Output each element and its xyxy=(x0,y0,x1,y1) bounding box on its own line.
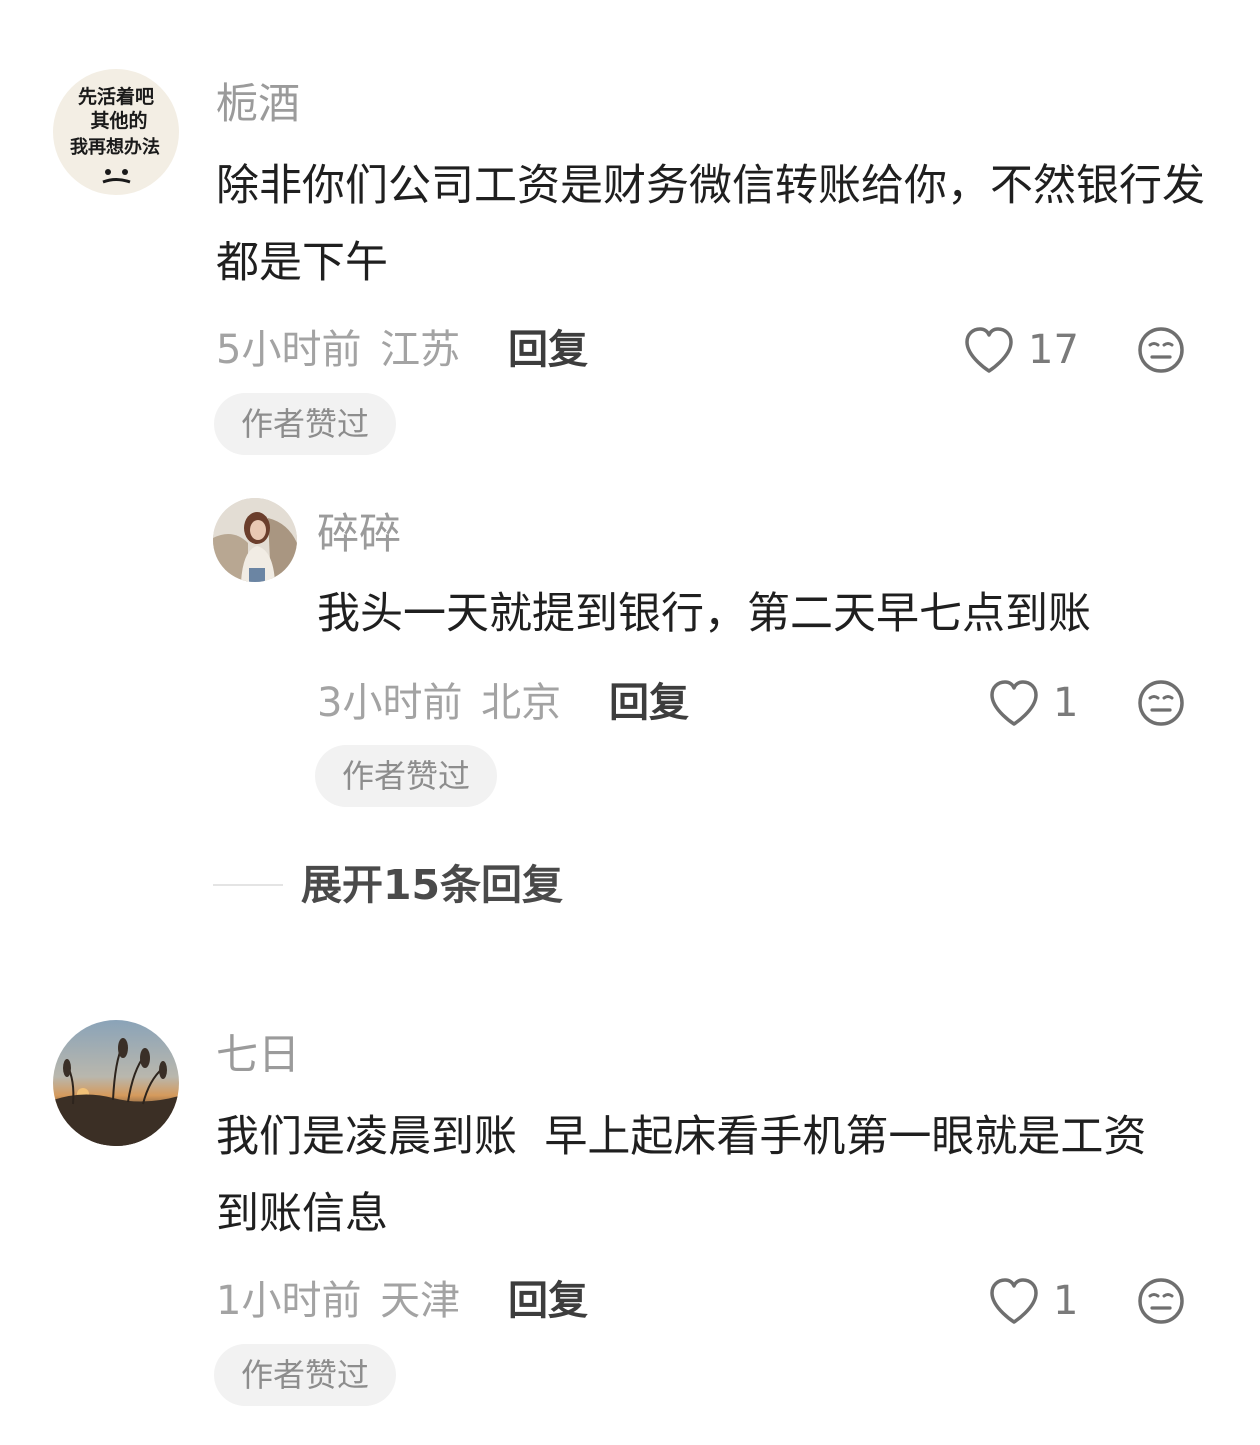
comment-location: 江苏 xyxy=(380,327,461,373)
reply-time: 3小时前 xyxy=(317,680,463,726)
like-button[interactable]: 1 xyxy=(987,677,1087,729)
reply-button[interactable]: 回复 xyxy=(609,679,689,727)
svg-text:其他的: 其他的 xyxy=(90,109,147,132)
expand-divider xyxy=(213,884,283,886)
reply-author[interactable]: 碎碎 xyxy=(317,508,401,560)
heart-icon xyxy=(990,1278,1038,1324)
expand-replies-label: 展开15条回复 xyxy=(301,861,564,909)
avatar-sunset-image xyxy=(53,1020,179,1146)
like-button[interactable]: 17 xyxy=(962,324,1082,376)
dislike-face-icon[interactable] xyxy=(1137,1277,1185,1325)
comment-author[interactable]: 栀酒 xyxy=(216,78,300,130)
comment-meta: 1小时前 天津 xyxy=(216,1277,460,1325)
dislike-face-icon[interactable] xyxy=(1137,326,1185,374)
comment-time: 1小时前 xyxy=(216,1278,362,1324)
like-button[interactable]: 1 xyxy=(987,1275,1087,1327)
comment-meta: 5小时前 江苏 xyxy=(216,326,460,374)
comment-text: 除非你们公司工资是财务微信转账给你，不然银行发都是下午 xyxy=(216,161,1205,288)
author-liked-badge: 作者赞过 xyxy=(214,1344,396,1406)
comment-item: 先活着吧 其他的 我再想办法 栀酒 除非你们公司工资是财务微信转账给你，不然银行… xyxy=(0,0,1260,470)
heart-icon xyxy=(965,327,1013,373)
author-liked-badge: 作者赞过 xyxy=(214,393,396,455)
reply-button[interactable]: 回复 xyxy=(508,326,588,374)
reply-button[interactable]: 回复 xyxy=(508,1277,588,1325)
dislike-face-icon[interactable] xyxy=(1137,679,1185,727)
comment-item: 七日 我们是凌晨到账 早上起床看手机第一眼就是工资到账信息 1小时前 天津 回复… xyxy=(0,1000,1260,1445)
comment-time: 5小时前 xyxy=(216,327,362,373)
comment-author[interactable]: 七日 xyxy=(216,1029,300,1081)
like-count: 1 xyxy=(1053,1278,1079,1324)
reply-item: 碎碎 我头一天就提到银行，第二天早七点到账 3小时前 北京 回复 1 作者赞过 xyxy=(0,480,1260,820)
comment-text: 我们是凌晨到账 早上起床看手机第一眼就是工资到账信息 xyxy=(216,1112,1147,1239)
avatar-calligraphy-image: 先活着吧 其他的 我再想办法 xyxy=(70,85,160,184)
reply-meta: 3小时前 北京 xyxy=(317,679,561,727)
avatar[interactable] xyxy=(213,498,297,582)
reply-text: 我头一天就提到银行，第二天早七点到账 xyxy=(317,589,1091,639)
avatar[interactable]: 先活着吧 其他的 我再想办法 xyxy=(53,69,179,195)
avatar[interactable] xyxy=(53,1020,179,1146)
author-liked-badge: 作者赞过 xyxy=(315,745,497,807)
expand-replies-button[interactable]: 展开15条回复 xyxy=(213,855,633,915)
heart-icon xyxy=(990,680,1038,726)
svg-text:先活着吧: 先活着吧 xyxy=(78,85,154,108)
like-count: 17 xyxy=(1028,327,1079,373)
like-count: 1 xyxy=(1053,680,1079,726)
reply-location: 北京 xyxy=(481,680,562,726)
comment-location: 天津 xyxy=(380,1278,461,1324)
avatar-photo-image xyxy=(213,498,297,582)
svg-text:我再想办法: 我再想办法 xyxy=(70,136,160,158)
